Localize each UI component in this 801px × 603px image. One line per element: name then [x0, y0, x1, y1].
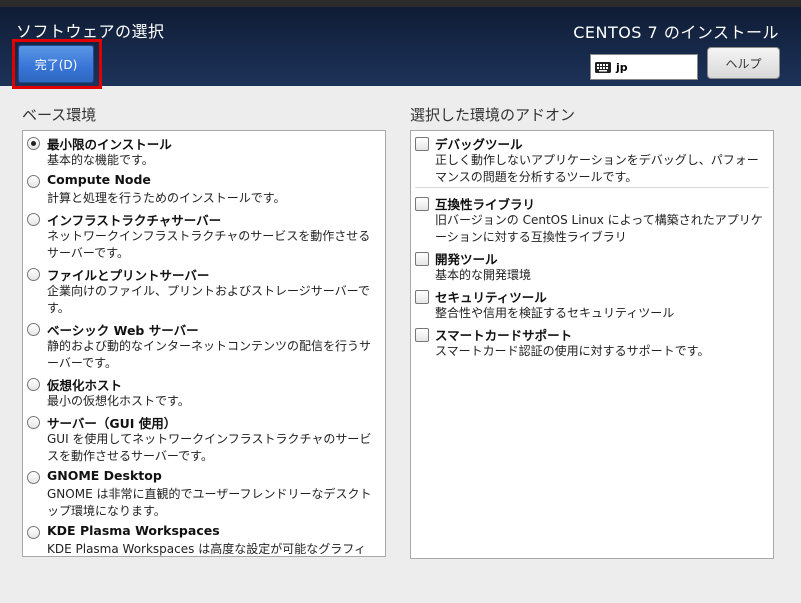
option-name: KDE Plasma Workspaces: [47, 523, 220, 538]
option-name: デバッグツール: [435, 137, 523, 152]
radio-button[interactable]: [27, 175, 40, 188]
option-description: スマートカード認証の使用に対するサポートです。: [435, 344, 710, 358]
addons-heading: 選択した環境のアドオン: [410, 106, 576, 124]
option-description: 整合性や信用を検証するセキュリティツール: [435, 306, 675, 320]
option-description: 基本的な開発環境: [435, 268, 532, 282]
radio-button[interactable]: [27, 526, 40, 539]
keyboard-layout-indicator[interactable]: jp: [590, 54, 698, 80]
option-description: 計算と処理を行うためのインストールです。: [47, 191, 286, 205]
option-name: インフラストラクチャサーバー: [47, 213, 222, 228]
base-environment-list: 最小限のインストール 基本的な機能です。 Compute Node 計算と処理を…: [22, 130, 386, 557]
separator: [415, 187, 769, 188]
radio-button[interactable]: [27, 378, 40, 391]
addons-list: デバッグツール 正しく動作しないアプリケーションをデバッグし、パフォーマンスの問…: [410, 130, 774, 559]
option-description: 静的および動的なインターネットコンテンツの配信を行うサーバーです。: [47, 339, 372, 370]
keyboard-layout-label: jp: [616, 60, 628, 74]
radio-button[interactable]: [27, 471, 40, 484]
checkbox[interactable]: [415, 137, 429, 151]
option-description: 企業向けのファイル、プリントおよびストレージサーバーです。: [47, 284, 370, 315]
radio-button[interactable]: [27, 137, 40, 150]
keyboard-icon: [595, 61, 611, 73]
option-name: サーバー（GUI 使用）: [47, 416, 177, 431]
checkbox[interactable]: [415, 328, 429, 342]
radio-button[interactable]: [27, 323, 40, 336]
option-name: 互換性ライブラリ: [435, 197, 536, 212]
option-name: 最小限のインストール: [47, 137, 172, 152]
option-description: KDE Plasma Workspaces は高度な設定が可能なグラフィ: [47, 542, 366, 556]
header-bar: ソフトウェアの選択 完了(D) CENTOS 7 のインストール jp ヘルプ: [0, 0, 801, 89]
option-name: 開発ツール: [435, 252, 498, 267]
option-name: セキュリティツール: [435, 290, 547, 305]
base-environment-heading: ベース環境: [22, 106, 97, 124]
option-description: 正しく動作しないアプリケーションをデバッグし、パフォーマンスの問題を分析するツー…: [435, 153, 759, 184]
help-button[interactable]: ヘルプ: [707, 47, 780, 79]
radio-button[interactable]: [27, 416, 40, 429]
radio-button[interactable]: [27, 213, 40, 226]
option-name: Compute Node: [47, 172, 151, 187]
option-description: ネットワークインフラストラクチャのサービスを動作させるサーバーです。: [47, 229, 371, 260]
option-name: スマートカードサポート: [435, 328, 573, 343]
radio-button[interactable]: [27, 268, 40, 281]
option-name: ファイルとプリントサーバー: [47, 268, 210, 283]
option-name: GNOME Desktop: [47, 468, 162, 483]
option-description: 基本的な機能です。: [47, 153, 154, 167]
checkbox[interactable]: [415, 290, 429, 304]
option-description: 最小の仮想化ホストです。: [47, 394, 190, 408]
checkbox[interactable]: [415, 252, 429, 266]
done-button[interactable]: 完了(D): [18, 45, 94, 83]
option-description: GNOME は非常に直観的でユーザーフレンドリーなデスクトップ環境になります。: [47, 487, 372, 518]
option-name: 仮想化ホスト: [47, 378, 123, 393]
option-name: ベーシック Web サーバー: [47, 323, 199, 338]
checkbox[interactable]: [415, 197, 429, 211]
option-description: 旧バージョンの CentOS Linux によって構築されたアプリケーションに対…: [435, 213, 763, 244]
option-description: GUI を使用してネットワークインフラストラクチャのサービスを動作させるサーバー…: [47, 432, 372, 463]
product-title: CENTOS 7 のインストール: [573, 23, 779, 42]
